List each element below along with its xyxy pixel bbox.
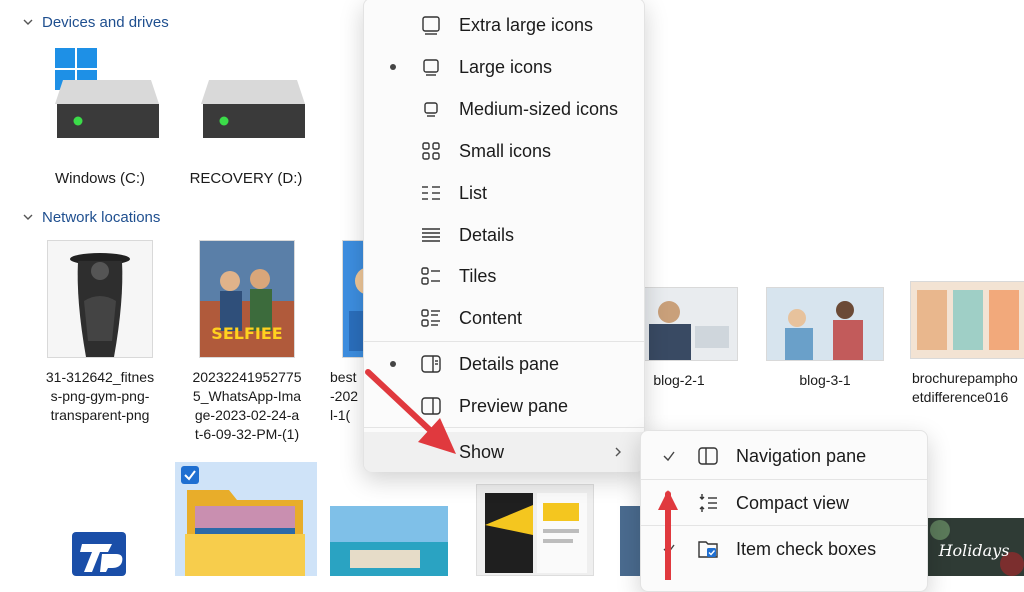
file-name-line: ge-2023-02-24-a xyxy=(194,407,300,423)
large-icons-icon xyxy=(423,59,439,76)
file-name-line: s-png-gym-png- xyxy=(50,388,150,404)
file-item[interactable] xyxy=(72,528,128,576)
content-icon xyxy=(421,309,440,327)
drive-recovery-d[interactable]: RECOVERY (D:) xyxy=(176,46,316,187)
annotation-arrow xyxy=(658,490,678,580)
file-name-line: transparent-png xyxy=(50,407,150,423)
item-check-boxes-icon xyxy=(698,541,718,558)
section-header-devices[interactable]: Devices and drives xyxy=(22,12,169,32)
file-name-line: 31-312642_fitnes xyxy=(45,369,155,385)
drive-label: RECOVERY (D:) xyxy=(189,170,303,187)
details-icon xyxy=(422,228,440,242)
medium-icons-icon xyxy=(424,102,438,117)
extra-large-icons-icon xyxy=(422,16,440,35)
drive-icon xyxy=(189,46,305,138)
menu-item-details[interactable]: Details xyxy=(364,215,644,255)
poster-title: SELFIEE xyxy=(211,324,282,343)
file-item[interactable]: SELFIEE 20232241952775 5_WhatsApp-Ima ge… xyxy=(172,240,322,444)
menu-separator xyxy=(364,341,644,342)
file-item[interactable]: 31-312642_fitnes s-png-gym-png- transpar… xyxy=(25,240,175,425)
file-item[interactable]: blog-3-1 xyxy=(750,287,900,390)
menu-item-content[interactable]: Content xyxy=(364,298,644,338)
chevron-right-icon xyxy=(615,447,621,457)
file-name-line: 5_WhatsApp-Ima xyxy=(192,388,302,404)
menu-item-medium-icons[interactable]: Medium-sized icons xyxy=(364,89,644,129)
drive-windows-c[interactable]: Windows (C:) xyxy=(30,46,170,187)
file-name-line: 20232241952775 xyxy=(192,369,302,385)
check-icon xyxy=(663,451,675,462)
file-name-line: brochurepampho xyxy=(912,370,1018,386)
menu-item-small-icons[interactable]: Small icons xyxy=(364,131,644,171)
app-logo-icon xyxy=(72,532,126,576)
selected-folder-item[interactable] xyxy=(175,462,317,576)
holidays-text: Holidays xyxy=(938,541,1010,560)
menu-item-extra-large-icons[interactable]: Extra large icons xyxy=(364,5,644,45)
file-name-line: blog-3-1 xyxy=(799,372,851,388)
small-icons-icon xyxy=(422,142,440,160)
menu-item-large-icons[interactable]: Large icons xyxy=(364,47,644,87)
section-header-network[interactable]: Network locations xyxy=(22,207,160,227)
menu-item-tiles[interactable]: Tiles xyxy=(364,256,644,296)
file-thumbnail[interactable] xyxy=(620,506,642,576)
selected-bullet xyxy=(390,64,396,70)
list-icon xyxy=(422,186,440,200)
file-name-line: etdifference016 xyxy=(912,389,1009,405)
file-thumbnail xyxy=(47,240,153,358)
file-thumbnail[interactable] xyxy=(476,484,594,576)
navigation-pane-icon xyxy=(698,447,718,465)
drive-icon xyxy=(43,46,159,138)
file-thumbnail[interactable]: Holidays xyxy=(926,518,1024,576)
file-thumbnail xyxy=(766,287,884,361)
compact-view-icon xyxy=(699,494,717,512)
file-thumbnail xyxy=(910,281,1024,359)
folder-icon xyxy=(185,490,305,576)
chevron-down-icon xyxy=(23,214,33,220)
file-item[interactable]: brochurepampho etdifference016 xyxy=(896,281,1024,407)
section-title-network: Network locations xyxy=(42,208,161,226)
file-thumbnail[interactable] xyxy=(330,506,448,576)
section-title-devices: Devices and drives xyxy=(42,13,169,31)
tiles-icon xyxy=(421,267,440,285)
file-name-line: t-6-09-32-PM-(1) xyxy=(194,426,300,442)
drive-label: Windows (C:) xyxy=(54,170,145,187)
submenu-item-navigation-pane[interactable]: Navigation pane xyxy=(641,436,927,476)
annotation-arrow xyxy=(365,369,456,454)
file-thumbnail: SELFIEE xyxy=(199,240,295,358)
menu-item-list[interactable]: List xyxy=(364,173,644,213)
chevron-down-icon xyxy=(23,19,33,25)
menu-separator xyxy=(641,479,927,480)
